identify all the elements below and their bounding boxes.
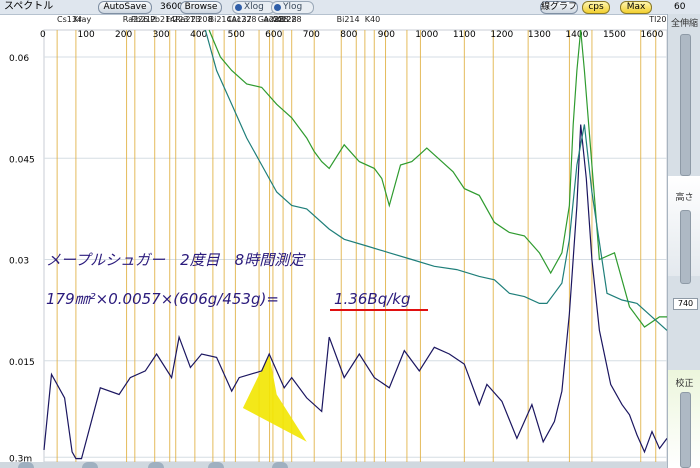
peak-label: Xray bbox=[73, 15, 92, 24]
x-tick-label: 1100 bbox=[453, 30, 476, 40]
spectrum-chart: 0.3m0.0150.030.0450.06Cs134Xray Ra226Pb21… bbox=[9, 15, 667, 462]
scale-panel: 全伸縮 高さ 740 校正 bbox=[667, 14, 700, 468]
bottom-tab[interactable] bbox=[18, 462, 34, 468]
line-graph-button[interactable]: 線グラフ bbox=[540, 1, 578, 14]
x-tick-label: 300 bbox=[153, 30, 170, 40]
toolbar: スペクトル AutoSave 3600 Browse Xlog Ylog 線グラ… bbox=[0, 0, 700, 15]
peak-label: Tl208 bbox=[648, 15, 667, 24]
bottom-tab[interactable] bbox=[272, 462, 288, 468]
ylog-toggle[interactable]: Ylog bbox=[271, 1, 314, 14]
cps-button[interactable]: cps bbox=[582, 1, 610, 14]
peak-label: Bi214 bbox=[337, 15, 360, 24]
max-value: 60 bbox=[674, 2, 686, 12]
y-tick-label: 0.03 bbox=[9, 257, 29, 267]
calibration-label: 校正 bbox=[675, 379, 694, 389]
xlog-label: Xlog bbox=[244, 2, 264, 12]
x-tick-label: 700 bbox=[303, 30, 320, 40]
bottom-tab[interactable] bbox=[208, 462, 224, 468]
x-tick-label: 600 bbox=[265, 30, 282, 40]
x-tick-label: 500 bbox=[228, 30, 245, 40]
annotation-result: 1.36Bq/kg bbox=[334, 290, 410, 308]
peak-label: Ac228 bbox=[277, 15, 302, 24]
height-label: 高さ bbox=[675, 193, 694, 203]
xlog-icon bbox=[235, 4, 242, 11]
max-button[interactable]: Max bbox=[620, 1, 652, 14]
x-tick-label: 1200 bbox=[490, 30, 513, 40]
peak-label: K40 bbox=[365, 15, 380, 24]
y-tick-label: 0.015 bbox=[9, 358, 35, 368]
annotation-line-1: メープルシュガー 2度目 8時間測定 bbox=[46, 251, 306, 269]
annotation-formula: 179㎜²×0.0057×(606g/453g)= bbox=[46, 290, 279, 308]
y-tick-label: 0.3m bbox=[9, 454, 32, 462]
bottom-tab-bar bbox=[0, 462, 667, 468]
height-slider[interactable] bbox=[680, 210, 691, 284]
peak-label: Ac228 bbox=[232, 15, 257, 24]
y-tick-label: 0.06 bbox=[9, 54, 29, 64]
window-title: スペクトル bbox=[4, 1, 54, 12]
x-tick-label: 100 bbox=[78, 30, 95, 40]
x-tick-label: 800 bbox=[340, 30, 357, 40]
bottom-tab[interactable] bbox=[82, 462, 98, 468]
full-scale-label: 全伸縮 bbox=[670, 19, 698, 29]
height-value: 740 bbox=[673, 298, 698, 310]
ylog-icon bbox=[274, 4, 281, 11]
autosave-button[interactable]: AutoSave bbox=[98, 1, 152, 14]
x-tick-label: 0 bbox=[40, 30, 46, 40]
spectrum-window: スペクトル AutoSave 3600 Browse Xlog Ylog 線グラ… bbox=[0, 0, 700, 468]
x-tick-label: 400 bbox=[190, 30, 207, 40]
xlog-toggle[interactable]: Xlog bbox=[232, 1, 275, 14]
x-tick-label: 1300 bbox=[528, 30, 551, 40]
x-tick-label: 1500 bbox=[603, 30, 626, 40]
browse-button[interactable]: Browse bbox=[180, 1, 222, 14]
calibration-slider[interactable] bbox=[680, 392, 691, 468]
x-tick-label: 1600 bbox=[640, 30, 663, 40]
y-tick-label: 0.045 bbox=[9, 155, 35, 165]
x-tick-label: 900 bbox=[378, 30, 395, 40]
x-tick-label: 1400 bbox=[565, 30, 588, 40]
x-tick-label: 200 bbox=[115, 30, 132, 40]
full-scale-slider[interactable] bbox=[680, 34, 691, 176]
ylog-label: Ylog bbox=[283, 2, 303, 12]
bottom-tab[interactable] bbox=[148, 462, 164, 468]
x-tick-label: 1000 bbox=[415, 30, 438, 40]
